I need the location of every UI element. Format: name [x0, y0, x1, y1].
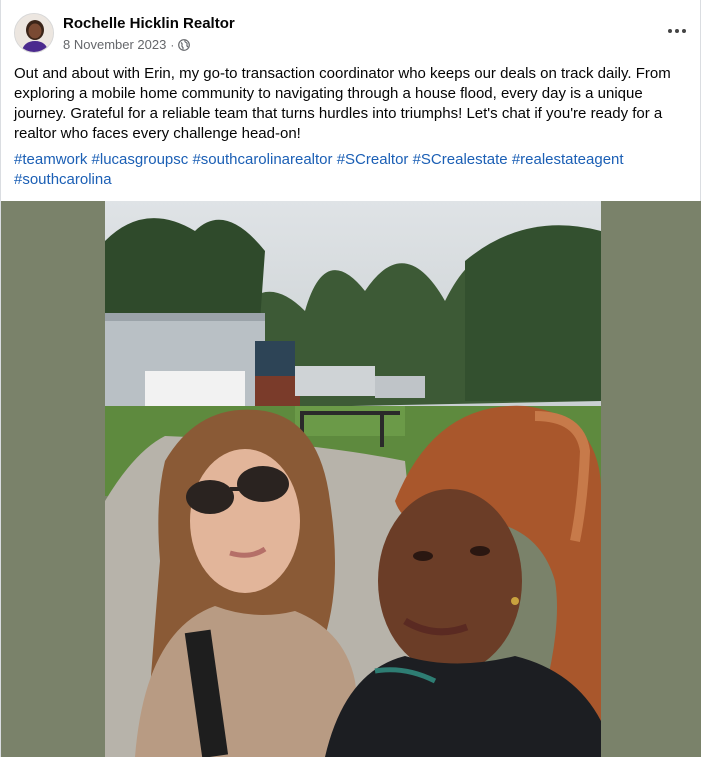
post-meta: 8 November 2023 ·: [63, 37, 191, 52]
post-media: [1, 201, 701, 757]
hashtag-link[interactable]: #realestateagent: [512, 151, 624, 168]
globe-icon[interactable]: [178, 38, 191, 51]
ellipsis-icon: [682, 29, 686, 33]
hashtag-link[interactable]: #southcarolinarealtor: [192, 151, 332, 168]
hashtag-link[interactable]: #lucasgroupsc: [92, 151, 189, 168]
selfie-photo: [105, 201, 601, 757]
author-name[interactable]: Rochelle Hicklin Realtor: [63, 15, 235, 32]
hashtag-link[interactable]: #SCrealtor: [337, 151, 409, 168]
hashtag-link[interactable]: #teamwork: [14, 151, 87, 168]
post-date[interactable]: 8 November 2023: [63, 37, 166, 52]
post-photo[interactable]: [105, 201, 601, 757]
hashtag-link[interactable]: #southcarolina: [14, 171, 112, 188]
avatar-portrait: [15, 14, 53, 52]
author-avatar[interactable]: [14, 13, 54, 53]
post-body-text: Out and about with Erin, my go-to transa…: [14, 65, 671, 142]
more-options-button[interactable]: [664, 18, 690, 44]
post-hashtags: #teamwork #lucasgroupsc #southcarolinare…: [14, 150, 686, 190]
meta-separator: ·: [170, 37, 175, 52]
facebook-post: Rochelle Hicklin Realtor 8 November 2023…: [0, 0, 701, 757]
hashtag-link[interactable]: #SCrealestate: [413, 151, 508, 168]
ellipsis-icon: [675, 29, 679, 33]
ellipsis-icon: [668, 29, 672, 33]
post-header: Rochelle Hicklin Realtor 8 November 2023…: [1, 0, 701, 62]
